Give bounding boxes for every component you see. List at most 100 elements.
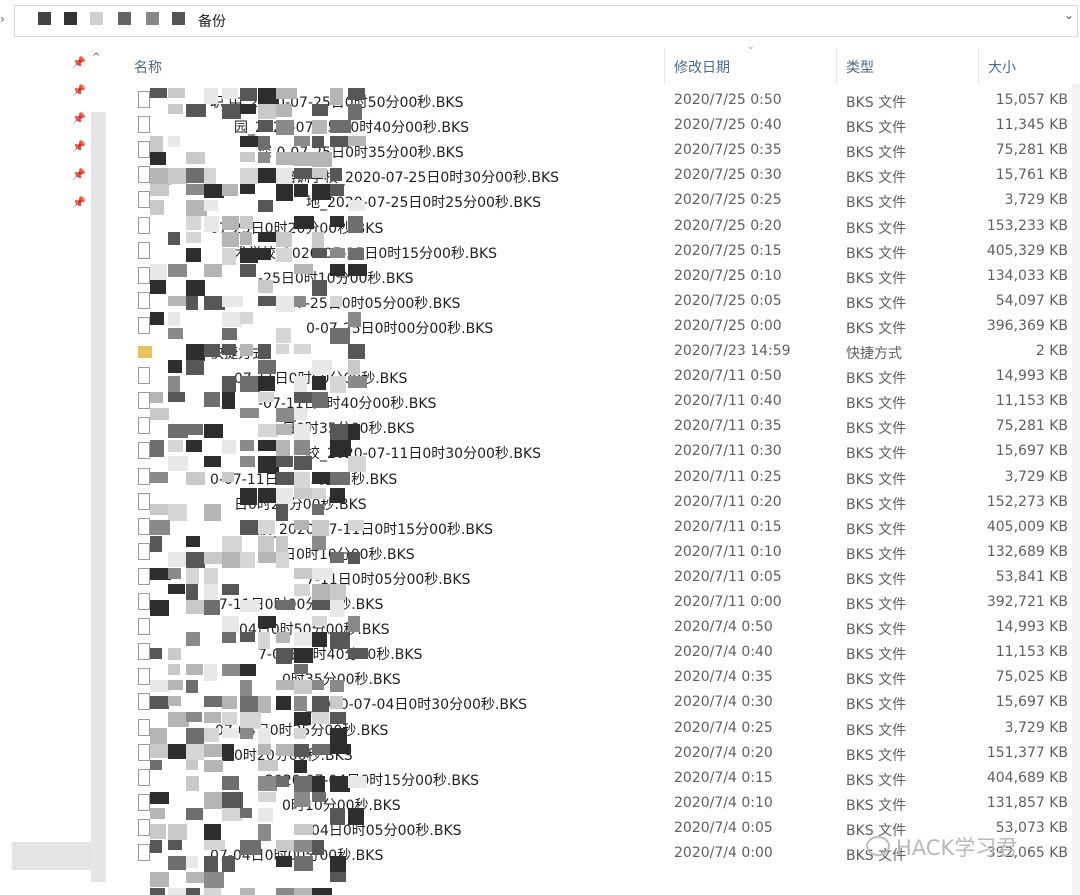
file-type: BKS 文件 (846, 772, 907, 789)
breadcrumb[interactable]: 备份 (198, 11, 226, 31)
file-type: BKS 文件 (846, 195, 907, 212)
mosaic-block (258, 200, 273, 212)
file-date: 2020/7/11 0:40 (674, 393, 782, 410)
mosaic-block (312, 584, 331, 601)
file-icon (138, 467, 150, 485)
mosaic-block (294, 472, 310, 489)
mosaic-block (294, 456, 312, 470)
mosaic-block (276, 296, 295, 312)
redaction-mosaic (150, 88, 370, 895)
column-size[interactable]: 大小 (988, 57, 1016, 77)
mosaic-block (258, 824, 271, 841)
mosaic-block (312, 376, 326, 390)
mosaic-block (312, 744, 330, 755)
mosaic-block (348, 264, 367, 276)
file-type: BKS 文件 (846, 697, 907, 714)
vertical-scrollbar[interactable] (1072, 84, 1080, 895)
mosaic-block (276, 744, 294, 756)
mosaic-block (294, 440, 310, 455)
file-icon (138, 793, 150, 811)
mosaic-block (330, 184, 344, 196)
mosaic-block (222, 632, 236, 643)
mosaic-block (222, 696, 237, 709)
mosaic-block (312, 888, 332, 895)
column-divider[interactable] (836, 48, 837, 84)
mosaic-block (222, 344, 236, 355)
mosaic-block (330, 376, 346, 393)
mosaic-block (330, 264, 345, 276)
mosaic-block (168, 648, 181, 660)
column-divider[interactable] (664, 48, 665, 84)
mosaic-block (240, 680, 252, 697)
mosaic-block (168, 328, 183, 339)
mosaic-block (294, 664, 308, 674)
mosaic-block (186, 360, 204, 375)
mosaic-block (312, 104, 328, 116)
column-name[interactable]: 名称 (134, 57, 162, 77)
mosaic-block (276, 120, 294, 135)
mosaic-block (186, 856, 198, 868)
file-type: BKS 文件 (846, 270, 907, 287)
mosaic-block (276, 856, 292, 867)
mosaic-block (204, 856, 218, 873)
mosaic-block (168, 440, 183, 452)
mosaic-block (348, 104, 362, 120)
mosaic-block (222, 584, 239, 595)
file-type: BKS 文件 (846, 747, 907, 764)
file-size: 15,697 KB (995, 443, 1068, 460)
mosaic-block (258, 424, 278, 437)
mosaic-block (204, 216, 219, 232)
file-size: 2 KB (1035, 343, 1068, 359)
mosaic-block (312, 504, 324, 515)
file-type: BKS 文件 (846, 145, 907, 162)
file-size: 15,697 KB (995, 694, 1068, 711)
column-divider[interactable] (978, 48, 979, 84)
mosaic-block (204, 840, 225, 850)
file-date: 2020/7/11 0:50 (674, 368, 782, 385)
mosaic-block (276, 888, 294, 895)
mosaic-block (240, 888, 255, 895)
mosaic-block (276, 456, 293, 467)
pin-icon[interactable]: 📌 (72, 56, 86, 69)
mosaic-block (204, 168, 216, 185)
mosaic-block (240, 104, 256, 114)
mosaic-block (150, 200, 164, 215)
file-size: 14,993 KB (995, 619, 1068, 636)
column-type[interactable]: 类型 (846, 57, 874, 77)
mosaic-block (294, 776, 312, 792)
mosaic-block (276, 504, 288, 521)
mosaic-block (168, 552, 187, 567)
mosaic-block (186, 536, 200, 547)
mosaic-block (294, 408, 307, 420)
mosaic-block (294, 824, 313, 835)
mosaic-block (150, 824, 166, 839)
mosaic-block (276, 152, 294, 165)
mosaic-block (204, 872, 224, 888)
file-icon (138, 567, 150, 585)
file-size: 404,689 KB (986, 769, 1068, 786)
mosaic-block (150, 312, 164, 325)
file-size: 53,841 KB (995, 568, 1068, 585)
mosaic-block (294, 712, 311, 725)
mosaic-block (276, 168, 292, 185)
mosaic-block (204, 504, 221, 521)
chevron-right-icon[interactable]: › (0, 12, 5, 26)
column-date[interactable]: 修改日期 (674, 57, 730, 77)
chevron-up-icon[interactable]: ^ (92, 52, 100, 63)
file-size: 132,689 KB (986, 543, 1068, 560)
mosaic-block (348, 424, 360, 440)
mosaic-block (258, 808, 273, 822)
file-icon (138, 442, 150, 460)
mosaic-block (240, 168, 259, 184)
file-icon (138, 618, 150, 636)
mosaic-block (150, 728, 167, 745)
mosaic-block (168, 392, 185, 402)
mosaic-block (276, 488, 293, 504)
file-date: 2020/7/4 0:10 (674, 794, 773, 811)
address-bar[interactable]: › 备份 ⌄ (0, 0, 1080, 44)
mosaic-block (240, 712, 261, 729)
mosaic-block (348, 520, 364, 531)
file-type: BKS 文件 (846, 220, 907, 237)
mosaic-block (312, 152, 332, 167)
chevron-down-icon[interactable]: ⌄ (1064, 8, 1074, 22)
